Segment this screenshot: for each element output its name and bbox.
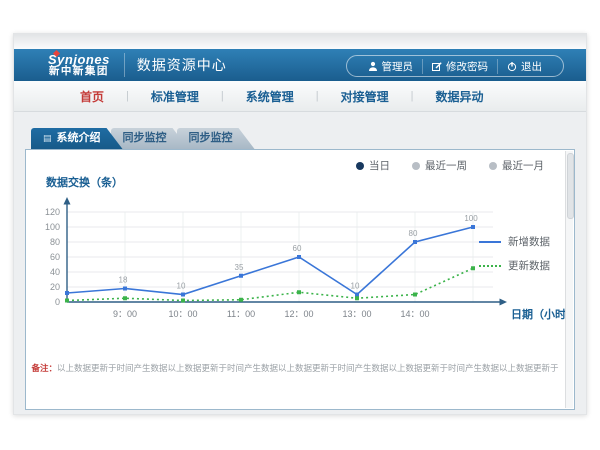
radio-dot-icon (412, 162, 420, 170)
nav-item-system-mgmt[interactable]: 系统管理 (242, 88, 298, 105)
tab-system-intro-label: 系统介绍 (57, 132, 101, 144)
radio-last-month[interactable]: 最近一月 (489, 158, 544, 173)
svg-text:40: 40 (50, 267, 60, 277)
legend-item-update-data: 更新数据 (479, 258, 550, 273)
legend-new-data-label: 新增数据 (508, 234, 550, 249)
svg-text:80: 80 (409, 229, 418, 238)
user-menu-change-password[interactable]: 修改密码 (422, 59, 497, 74)
vertical-scrollbar[interactable] (565, 151, 573, 408)
chart-y-axis-title: 数据交换（条） (46, 174, 123, 190)
svg-text:60: 60 (293, 244, 302, 253)
svg-text:60: 60 (50, 252, 60, 262)
radio-dot-icon (489, 162, 497, 170)
user-menu-logout-label: 退出 (521, 59, 542, 74)
logout-icon (507, 61, 517, 72)
nav-separator: | (126, 90, 129, 102)
tab-sync-monitor-2[interactable]: 同步监控 (177, 128, 255, 149)
nav-item-data-change[interactable]: 数据异动 (432, 88, 488, 105)
radio-today[interactable]: 当日 (356, 158, 390, 173)
svg-text:9：00: 9：00 (113, 309, 137, 319)
svg-text:10：00: 10：00 (168, 309, 197, 319)
svg-text:10: 10 (351, 282, 360, 291)
nav-separator: | (221, 90, 224, 102)
user-menu-admin[interactable]: 管理员 (359, 59, 423, 74)
svg-text:12：00: 12：00 (284, 309, 313, 319)
page-title: 数据资源中心 (137, 55, 227, 75)
tab-sync-monitor-2-label: 同步监控 (189, 132, 233, 144)
svg-text:35: 35 (235, 263, 244, 272)
user-menu-logout[interactable]: 退出 (497, 59, 551, 74)
legend-item-new-data: 新增数据 (479, 234, 550, 249)
user-menu-change-password-label: 修改密码 (446, 59, 488, 74)
scrollbar-thumb[interactable] (567, 153, 574, 219)
edit-icon (432, 61, 442, 72)
footer-note-text: 以上数据更新于时间产生数据以上数据更新于时间产生数据以上数据更新于时间产生数据以… (57, 363, 559, 373)
dotted-line-icon (479, 265, 501, 267)
app-window: Synjones 新中新集团 数据资源中心 管理员 修改密码 (13, 33, 587, 415)
range-filter: 当日 最近一周 最近一月 (356, 158, 544, 173)
svg-text:0: 0 (55, 297, 60, 307)
tab-bar: ▤ 系统介绍 同步监控 同步监控 (31, 128, 243, 149)
svg-text:14：00: 14：00 (400, 309, 429, 319)
svg-text:18: 18 (119, 276, 128, 285)
legend-update-data-label: 更新数据 (508, 258, 550, 273)
radio-last-week-label: 最近一周 (425, 158, 467, 173)
document-icon: ▤ (43, 133, 52, 143)
radio-last-month-label: 最近一月 (502, 158, 544, 173)
svg-text:100: 100 (45, 222, 60, 232)
chart-legend: 新增数据 更新数据 (479, 234, 550, 273)
svg-text:20: 20 (50, 282, 60, 292)
user-menu-admin-label: 管理员 (382, 59, 414, 74)
solid-line-icon (479, 241, 501, 243)
svg-text:120: 120 (45, 207, 60, 217)
main-nav: 首页 | 标准管理 | 系统管理 | 对接管理 | 数据异动 (14, 81, 586, 112)
svg-text:13：00: 13：00 (342, 309, 371, 319)
nav-separator: | (411, 90, 414, 102)
svg-text:日期（小时）: 日期（小时） (511, 307, 566, 321)
svg-text:100: 100 (464, 214, 478, 223)
nav-item-connect-mgmt[interactable]: 对接管理 (337, 88, 393, 105)
radio-last-week[interactable]: 最近一周 (412, 158, 467, 173)
nav-separator: | (316, 90, 319, 102)
nav-item-standard-mgmt[interactable]: 标准管理 (147, 88, 203, 105)
header-divider (124, 53, 125, 77)
footer-note: 备注：以上数据更新于时间产生数据以上数据更新于时间产生数据以上数据更新于时间产生… (26, 362, 564, 374)
tab-system-intro[interactable]: ▤ 系统介绍 (31, 128, 123, 149)
radio-today-label: 当日 (369, 158, 390, 173)
svg-text:11：00: 11：00 (227, 309, 255, 319)
nav-item-home[interactable]: 首页 (76, 88, 108, 105)
svg-text:80: 80 (50, 237, 60, 247)
svg-text:10: 10 (177, 282, 186, 291)
user-icon (368, 61, 378, 72)
footer-note-prefix: 备注： (31, 363, 57, 373)
radio-dot-icon (356, 162, 364, 170)
user-menu: 管理员 修改密码 退出 (346, 55, 565, 77)
content-panel: 当日 最近一周 最近一月 数据交换（条） 0 20 40 60 80 100 120 18 10… (25, 149, 575, 410)
logo: Synjones 新中新集团 (48, 53, 110, 78)
header-bar: Synjones 新中新集团 数据资源中心 管理员 修改密码 (14, 49, 586, 81)
window-top-strip (14, 34, 586, 49)
tab-sync-monitor-1-label: 同步监控 (123, 132, 167, 144)
logo-company: 新中新集团 (48, 66, 110, 77)
